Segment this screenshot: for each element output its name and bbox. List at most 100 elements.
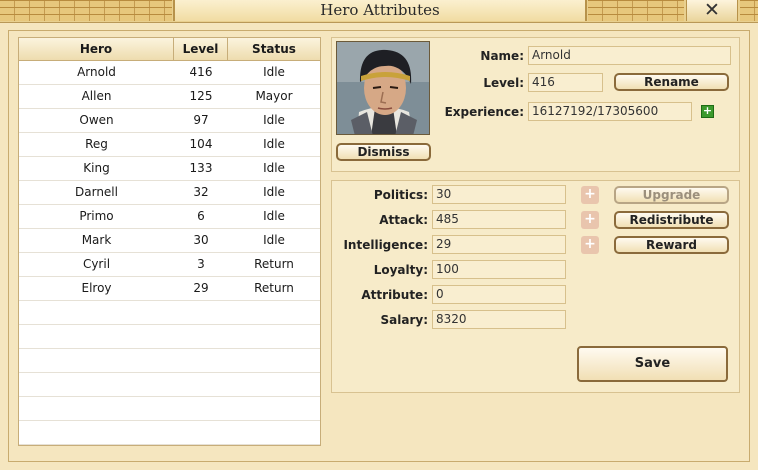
table-row[interactable] [19,301,320,325]
hero-attributes-window: Hero Attributes ✕ Hero Level Status Arno… [0,0,758,470]
dismiss-button[interactable]: Dismiss [336,143,431,161]
hero-name-cell: Reg [85,137,108,151]
hero-level-cell [174,397,228,420]
hero-status-cell: Mayor [255,89,293,103]
hero-name-cell: Arnold [77,65,116,79]
add-attack-button[interactable]: + [581,211,599,229]
hero-status-cell: Idle [263,113,285,127]
hero-level-cell: 30 [193,233,209,247]
intelligence-field: 29 [432,235,566,254]
table-row[interactable] [19,421,320,445]
column-header-level[interactable]: Level [174,38,228,60]
attack-label: Attack: [379,213,428,227]
hero-name-cell [19,373,174,396]
hero-name-cell: Allen [81,89,112,103]
table-row[interactable]: Allen 125 Mayor [19,85,320,109]
salary-field: 8320 [432,310,566,329]
column-header-hero[interactable]: Hero [19,38,174,60]
hero-name-cell: Darnell [75,185,118,199]
title-bar-decoration [740,0,758,21]
add-politics-button[interactable]: + [581,186,599,204]
rename-button[interactable]: Rename [614,73,729,91]
politics-label: Politics: [373,188,428,202]
title-plate: Hero Attributes [173,0,587,21]
hero-status-cell [228,421,320,444]
hero-list-header: Hero Level Status [19,38,320,61]
upgrade-button[interactable]: Upgrade [614,186,729,204]
hero-name-cell [19,397,174,420]
hero-status-cell [228,397,320,420]
hero-level-cell: 125 [189,89,213,103]
hero-status-cell [228,325,320,348]
table-row[interactable]: Cyril 3 Return [19,253,320,277]
redistribute-button[interactable]: Redistribute [614,211,729,229]
hero-level-cell [174,301,228,324]
table-row[interactable] [19,373,320,397]
hero-portrait-image [337,42,429,134]
table-row[interactable]: Elroy 29 Return [19,277,320,301]
hero-status-cell: Idle [263,209,285,223]
hero-status-cell: Idle [263,185,285,199]
hero-status-cell [228,373,320,396]
loyalty-field: 100 [432,260,566,279]
hero-name-cell: King [83,161,110,175]
hero-status-cell: Idle [263,137,285,151]
hero-status-cell [228,349,320,372]
hero-name-cell: Cyril [82,257,111,271]
window-title: Hero Attributes [320,1,440,19]
add-intelligence-button[interactable]: + [581,236,599,254]
close-button[interactable]: ✕ [686,0,738,21]
hero-level-cell: 416 [189,65,213,79]
table-row[interactable]: Darnell 32 Idle [19,181,320,205]
hero-status-cell: Idle [263,161,285,175]
hero-level-cell: 6 [197,209,205,223]
intelligence-label: Intelligence: [343,238,428,252]
attribute-label: Attribute: [361,288,428,302]
hero-level-cell [174,325,228,348]
table-row[interactable]: Arnold 416 Idle [19,61,320,85]
experience-label: Experience: [444,105,524,119]
hero-level-cell: 133 [189,161,213,175]
save-button[interactable]: Save [577,346,728,382]
add-experience-icon[interactable]: + [701,105,714,118]
hero-name-cell: Mark [81,233,112,247]
table-row[interactable]: Primo 6 Idle [19,205,320,229]
hero-name-cell: Elroy [81,281,112,295]
name-field[interactable]: Arnold [528,46,731,65]
hero-name-cell [19,421,174,444]
experience-field: 16127192/17305600 [528,102,692,121]
hero-name-cell [19,301,174,324]
table-row[interactable]: Mark 30 Idle [19,229,320,253]
hero-portrait [336,41,430,135]
hero-name-cell [19,325,174,348]
attack-field: 485 [432,210,566,229]
hero-list: Hero Level Status Arnold 416 Idle Allen 125 M… [18,37,321,446]
hero-level-cell: 32 [193,185,209,199]
hero-level-cell: 3 [197,257,205,271]
name-label: Name: [480,49,524,63]
table-row[interactable] [19,397,320,421]
hero-list-rows: Arnold 416 Idle Allen 125 Mayor Owen 97 Idle Reg 1… [19,61,320,445]
table-row[interactable] [19,349,320,373]
level-field: 416 [528,73,603,92]
hero-level-cell [174,349,228,372]
reward-button[interactable]: Reward [614,236,729,254]
hero-level-cell: 29 [193,281,209,295]
table-row[interactable]: Reg 104 Idle [19,133,320,157]
hero-level-cell [174,421,228,444]
title-bar-decoration [0,0,172,21]
column-header-status[interactable]: Status [228,38,320,60]
loyalty-label: Loyalty: [373,263,428,277]
hero-name-cell: Owen [79,113,114,127]
politics-field: 30 [432,185,566,204]
table-row[interactable]: Owen 97 Idle [19,109,320,133]
table-row[interactable]: King 133 Idle [19,157,320,181]
hero-level-cell [174,373,228,396]
title-bar: Hero Attributes ✕ [0,0,758,23]
salary-label: Salary: [380,313,429,327]
hero-status-cell [228,301,320,324]
table-row[interactable] [19,325,320,349]
hero-status-cell: Idle [263,65,285,79]
hero-status-cell: Return [254,281,294,295]
hero-name-cell: Primo [79,209,114,223]
